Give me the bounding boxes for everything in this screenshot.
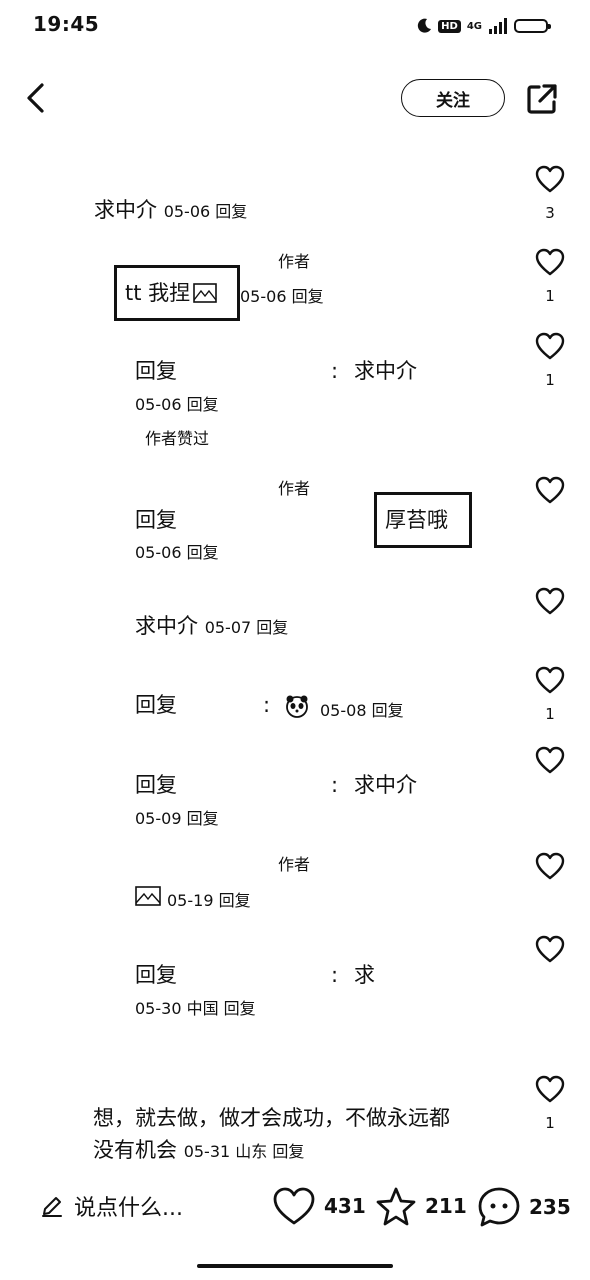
collect-button[interactable]: 211 (375, 1186, 467, 1226)
heart-icon (535, 332, 565, 360)
like-button[interactable]: 1 (530, 1074, 570, 1132)
comment-user-name[interactable]: tt 我捏 (125, 280, 190, 306)
network-label: 4G (466, 20, 482, 32)
comment-meta[interactable]: 05-08 回复 (320, 697, 404, 721)
comments-button[interactable]: 235 (477, 1186, 571, 1228)
signal-icon (489, 18, 507, 34)
reply-colon: : (331, 963, 339, 987)
reply-prefix: 回复 (135, 773, 177, 797)
author-tag: 作者 (278, 479, 311, 498)
comment-content[interactable]: 想，就去做，做才会成功，不做永远都 (93, 1105, 450, 1131)
image-sticker-icon (135, 886, 161, 910)
share-button[interactable] (523, 80, 561, 118)
like-count: 1 (545, 705, 555, 723)
like-count: 3 (545, 204, 555, 222)
like-button[interactable] (530, 475, 570, 505)
collect-count: 211 (425, 1194, 467, 1218)
star-icon (376, 1187, 416, 1226)
reply-prefix: 回复 (135, 508, 177, 532)
heart-icon (535, 476, 565, 504)
reply-prefix: 回复 (135, 963, 177, 987)
like-post-button[interactable]: 431 (272, 1186, 366, 1226)
comment-user-name[interactable]: 求中介 (94, 198, 157, 222)
home-indicator (197, 1264, 393, 1268)
heart-icon (535, 248, 565, 276)
panda-sticker-icon (284, 693, 310, 723)
heart-icon (535, 852, 565, 880)
reply-colon: : (331, 359, 339, 383)
reply-colon: : (263, 693, 271, 717)
status-icons: HD 4G (416, 14, 551, 38)
reply-colon: : (331, 773, 339, 797)
like-count: 1 (545, 287, 555, 305)
reply-prefix: 回复 (135, 693, 177, 717)
comment-content[interactable]: 求 (354, 962, 375, 988)
comment-placeholder[interactable]: 说点什么... (74, 1190, 183, 1222)
like-count: 1 (545, 1114, 555, 1132)
like-button[interactable] (530, 745, 570, 775)
author-tag: 作者 (278, 252, 311, 271)
like-button[interactable]: 1 (530, 331, 570, 389)
like-button[interactable] (530, 586, 570, 616)
image-sticker-icon (193, 283, 217, 303)
heart-icon (535, 1075, 565, 1103)
status-time: 19:45 (33, 12, 100, 36)
comment-content[interactable]: 求中介 (354, 358, 417, 384)
comment-meta[interactable]: 05-30 中国 回复 (135, 995, 256, 1019)
comment-content[interactable]: 求中介 (354, 772, 417, 798)
heart-icon (535, 165, 565, 193)
comment-count: 235 (529, 1195, 571, 1219)
like-button[interactable]: 3 (530, 164, 570, 222)
comment-meta[interactable]: 05-09 回复 (135, 805, 219, 829)
comment-input[interactable]: 说点什么... (40, 1190, 183, 1222)
heart-icon (535, 935, 565, 963)
liked-by-author-tag: 作者赞过 (145, 429, 210, 448)
comment-user-name[interactable]: 求中介 (135, 614, 198, 638)
battery-icon (514, 19, 551, 33)
heart-icon (535, 746, 565, 774)
like-count: 1 (545, 371, 555, 389)
like-button[interactable]: 1 (530, 247, 570, 305)
reply-prefix: 回复 (135, 359, 177, 383)
reply-target-name[interactable]: 厚苔哦 (385, 507, 448, 533)
comment-meta[interactable]: 05-06 回复 (135, 539, 219, 563)
comment-meta[interactable]: 05-19 回复 (167, 887, 251, 911)
like-button[interactable]: 1 (530, 665, 570, 723)
comment-row[interactable]: 没有机会 05-31 山东 回复 (93, 1137, 304, 1165)
author-tag: 作者 (278, 855, 311, 874)
comment-meta[interactable]: 05-31 山东 回复 (184, 1142, 305, 1161)
heart-icon (535, 666, 565, 694)
bottom-bar: 说点什么... 431 211 235 (0, 1182, 590, 1238)
heart-icon (273, 1187, 315, 1225)
chevron-left-icon (27, 83, 44, 113)
comment-meta[interactable]: 05-07 回复 (205, 618, 289, 637)
comment-meta[interactable]: 05-06 回复 (135, 391, 219, 415)
back-button[interactable] (18, 78, 58, 118)
like-button[interactable] (530, 851, 570, 881)
like-count-total: 431 (324, 1194, 366, 1218)
moon-icon (418, 18, 432, 33)
share-icon (527, 84, 557, 114)
comment-meta[interactable]: 05-06 回复 (240, 283, 324, 307)
comment-row[interactable]: 求中介 05-06 回复 (94, 197, 247, 225)
comment-row[interactable]: 求中介 05-07 回复 (135, 613, 288, 641)
pencil-icon (42, 1197, 62, 1217)
like-button[interactable] (530, 934, 570, 964)
comment-content-line2[interactable]: 没有机会 (93, 1138, 177, 1162)
reply-target-name-boxed[interactable]: 厚苔哦 (374, 492, 472, 548)
heart-icon (535, 587, 565, 615)
hd-badge: HD (438, 19, 461, 33)
comment-meta[interactable]: 05-06 回复 (164, 202, 248, 221)
follow-button[interactable]: 关注 (401, 79, 505, 117)
comment-bubble-icon (478, 1187, 520, 1227)
comment-user-name-boxed[interactable]: tt 我捏 (114, 265, 240, 321)
